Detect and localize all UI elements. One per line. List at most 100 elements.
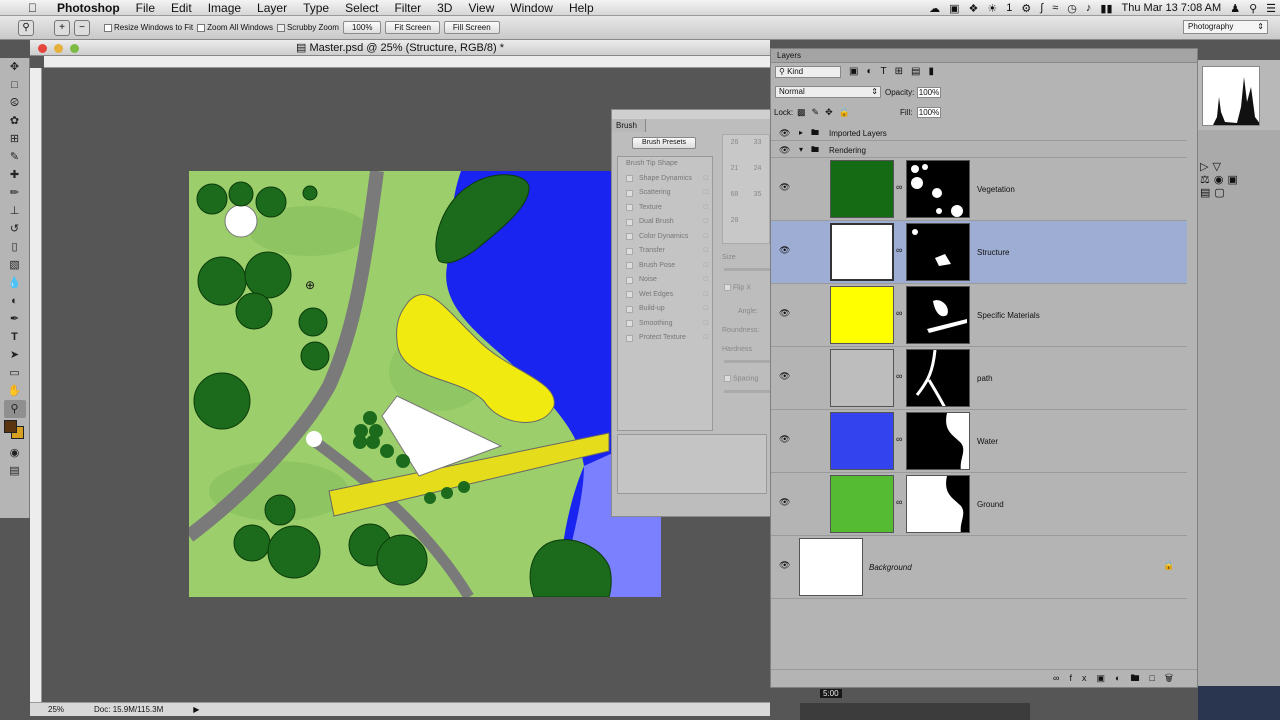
- lock-position-icon[interactable]: ✥: [825, 107, 839, 117]
- lock-pixels-icon[interactable]: ✎: [812, 107, 826, 117]
- layer-mask-thumbnail[interactable]: [906, 412, 970, 470]
- lock-transparent-icon[interactable]: ▩: [797, 107, 812, 117]
- screen-mode-icon[interactable]: ▤: [4, 462, 26, 480]
- visibility-eye-icon[interactable]: 👁: [779, 308, 790, 319]
- brush-tip[interactable]: 33: [746, 139, 769, 165]
- path-select-tool-icon[interactable]: ➤: [4, 346, 26, 364]
- layer-mask-thumbnail[interactable]: [906, 223, 970, 281]
- scrubby-zoom-checkbox[interactable]: Scrubby Zoom: [276, 23, 339, 32]
- apple-menu-icon[interactable]: : [0, 0, 45, 16]
- brush-option[interactable]: Texture □: [618, 201, 712, 216]
- layer-mask-thumbnail[interactable]: [906, 286, 970, 344]
- filter-toggle-icon[interactable]: ▮: [928, 66, 942, 77]
- spacing-slider[interactable]: [724, 390, 770, 393]
- visibility-eye-icon[interactable]: 👁: [779, 434, 790, 445]
- add-mask-icon[interactable]: ▣: [1096, 673, 1115, 683]
- visibility-eye-icon[interactable]: 👁: [779, 128, 790, 139]
- new-layer-icon[interactable]: □: [1149, 673, 1164, 683]
- pixel-filter-icon[interactable]: ▣: [849, 66, 866, 77]
- brush-option[interactable]: Brush Pose □: [618, 259, 712, 274]
- link-icon[interactable]: ∞: [896, 308, 902, 318]
- list-icon[interactable]: ☰: [1266, 2, 1276, 15]
- adjustment-layer-icon[interactable]: ◐: [1115, 673, 1130, 683]
- menu-help[interactable]: Help: [561, 0, 602, 16]
- type-filter-icon[interactable]: T: [881, 66, 895, 77]
- menu-file[interactable]: File: [128, 0, 163, 16]
- brush-tip[interactable]: 28: [723, 217, 746, 243]
- layer-row-specific-materials[interactable]: 👁 ∞ Specific Materials: [771, 284, 1187, 347]
- menu-window[interactable]: Window: [502, 0, 561, 16]
- type-tool-icon[interactable]: T: [4, 328, 26, 346]
- brush-option[interactable]: Shape Dynamics □: [618, 172, 712, 187]
- size-slider[interactable]: [724, 268, 770, 271]
- filter-kind-select[interactable]: ⚲ Kind: [775, 66, 841, 78]
- link-icon[interactable]: ∞: [896, 371, 902, 381]
- expand-arrow-icon[interactable]: ▸: [799, 128, 803, 137]
- zoom-level[interactable]: 25%: [48, 705, 64, 714]
- zoom-tool-icon[interactable]: ⚲: [18, 19, 34, 36]
- link-icon[interactable]: ∞: [896, 245, 902, 255]
- brush-option[interactable]: Scattering □: [618, 186, 712, 201]
- smart-object-filter-icon[interactable]: ▤: [911, 66, 928, 77]
- delete-layer-icon[interactable]: 🗑: [1165, 673, 1183, 683]
- new-group-icon[interactable]: 🖿: [1130, 673, 1149, 683]
- adobe-icon[interactable]: ☀: [987, 2, 997, 15]
- app-menu[interactable]: Photoshop: [45, 0, 128, 16]
- tab-layers[interactable]: Layers: [771, 49, 1197, 63]
- healing-tool-icon[interactable]: ✚: [4, 166, 26, 184]
- tools-icon[interactable]: ⚙: [1021, 2, 1031, 15]
- tab-brush[interactable]: Brush: [612, 119, 646, 132]
- layer-group-rendering[interactable]: 👁 ▾ 🖿 Rendering: [771, 142, 1187, 158]
- brush-option[interactable]: Smoothing □: [618, 317, 712, 332]
- brush-option[interactable]: Dual Brush □: [618, 215, 712, 230]
- eraser-tool-icon[interactable]: ▯: [4, 238, 26, 256]
- brush-presets-button[interactable]: Brush Presets: [632, 137, 696, 149]
- layer-row-path[interactable]: 👁 ∞ path: [771, 347, 1187, 410]
- brush-tip[interactable]: 21: [723, 165, 746, 191]
- lock-all-icon[interactable]: 🔒: [839, 107, 856, 117]
- spotlight-icon[interactable]: ⚲: [1249, 2, 1257, 15]
- threshold-icon[interactable]: ▢: [1214, 187, 1228, 199]
- hardness-slider[interactable]: [724, 360, 770, 363]
- camera-icon[interactable]: ◉: [1214, 174, 1228, 186]
- brush-option[interactable]: Noise □: [618, 273, 712, 288]
- menu-select[interactable]: Select: [337, 0, 386, 16]
- visibility-eye-icon[interactable]: 👁: [779, 497, 790, 508]
- layer-row-structure[interactable]: 👁 ∞ Structure: [771, 221, 1187, 284]
- eyedropper-tool-icon[interactable]: ✎: [4, 148, 26, 166]
- fill-screen-button[interactable]: Fill Screen: [443, 21, 500, 34]
- menu-layer[interactable]: Layer: [249, 0, 295, 16]
- brush-tip[interactable]: 26: [723, 139, 746, 165]
- workspace-select[interactable]: Photography ⇕: [1183, 20, 1268, 34]
- brush-option[interactable]: Build-up □: [618, 302, 712, 317]
- layer-mask-thumbnail[interactable]: [906, 160, 970, 218]
- zoom-100-button[interactable]: 100%: [342, 21, 382, 34]
- zoom-in-icon[interactable]: +: [54, 19, 70, 36]
- brush-tip[interactable]: 24: [746, 165, 769, 191]
- status-arrow-icon[interactable]: ▶: [193, 705, 199, 714]
- quick-select-tool-icon[interactable]: ✿: [4, 112, 26, 130]
- cloud-icon[interactable]: ☁: [929, 2, 940, 15]
- history-brush-tool-icon[interactable]: ↺: [4, 220, 26, 238]
- brush-tip[interactable]: 68: [723, 191, 746, 217]
- spacing-checkbox[interactable]: Spacing: [724, 375, 758, 382]
- opacity-input[interactable]: 100%: [917, 87, 941, 98]
- brush-option[interactable]: Transfer □: [618, 244, 712, 259]
- pen-tool-icon[interactable]: ✒: [4, 310, 26, 328]
- marquee-tool-icon[interactable]: □: [4, 76, 26, 94]
- brush-option[interactable]: Wet Edges □: [618, 288, 712, 303]
- link-icon[interactable]: ∞: [896, 497, 902, 507]
- visibility-eye-icon[interactable]: 👁: [779, 245, 790, 256]
- zoom-all-checkbox[interactable]: Zoom All Windows: [197, 23, 273, 32]
- time-machine-icon[interactable]: ◷: [1067, 2, 1077, 15]
- layer-group-imported[interactable]: 👁 ▸ 🖿 Imported Layers: [771, 125, 1187, 141]
- brush-tip-grid[interactable]: 26 33 21 24 68 35 28: [722, 134, 770, 244]
- move-tool-icon[interactable]: ✥: [4, 58, 26, 76]
- vibrance-icon[interactable]: ▽: [1212, 161, 1224, 173]
- menu-edit[interactable]: Edit: [163, 0, 200, 16]
- resize-windows-checkbox[interactable]: Resize Windows to Fit: [104, 23, 193, 32]
- user-icon[interactable]: ♟: [1230, 2, 1240, 15]
- site-plan-canvas[interactable]: ⊕: [189, 171, 661, 597]
- close-window-icon[interactable]: [38, 44, 47, 53]
- visibility-eye-icon[interactable]: 👁: [779, 560, 790, 571]
